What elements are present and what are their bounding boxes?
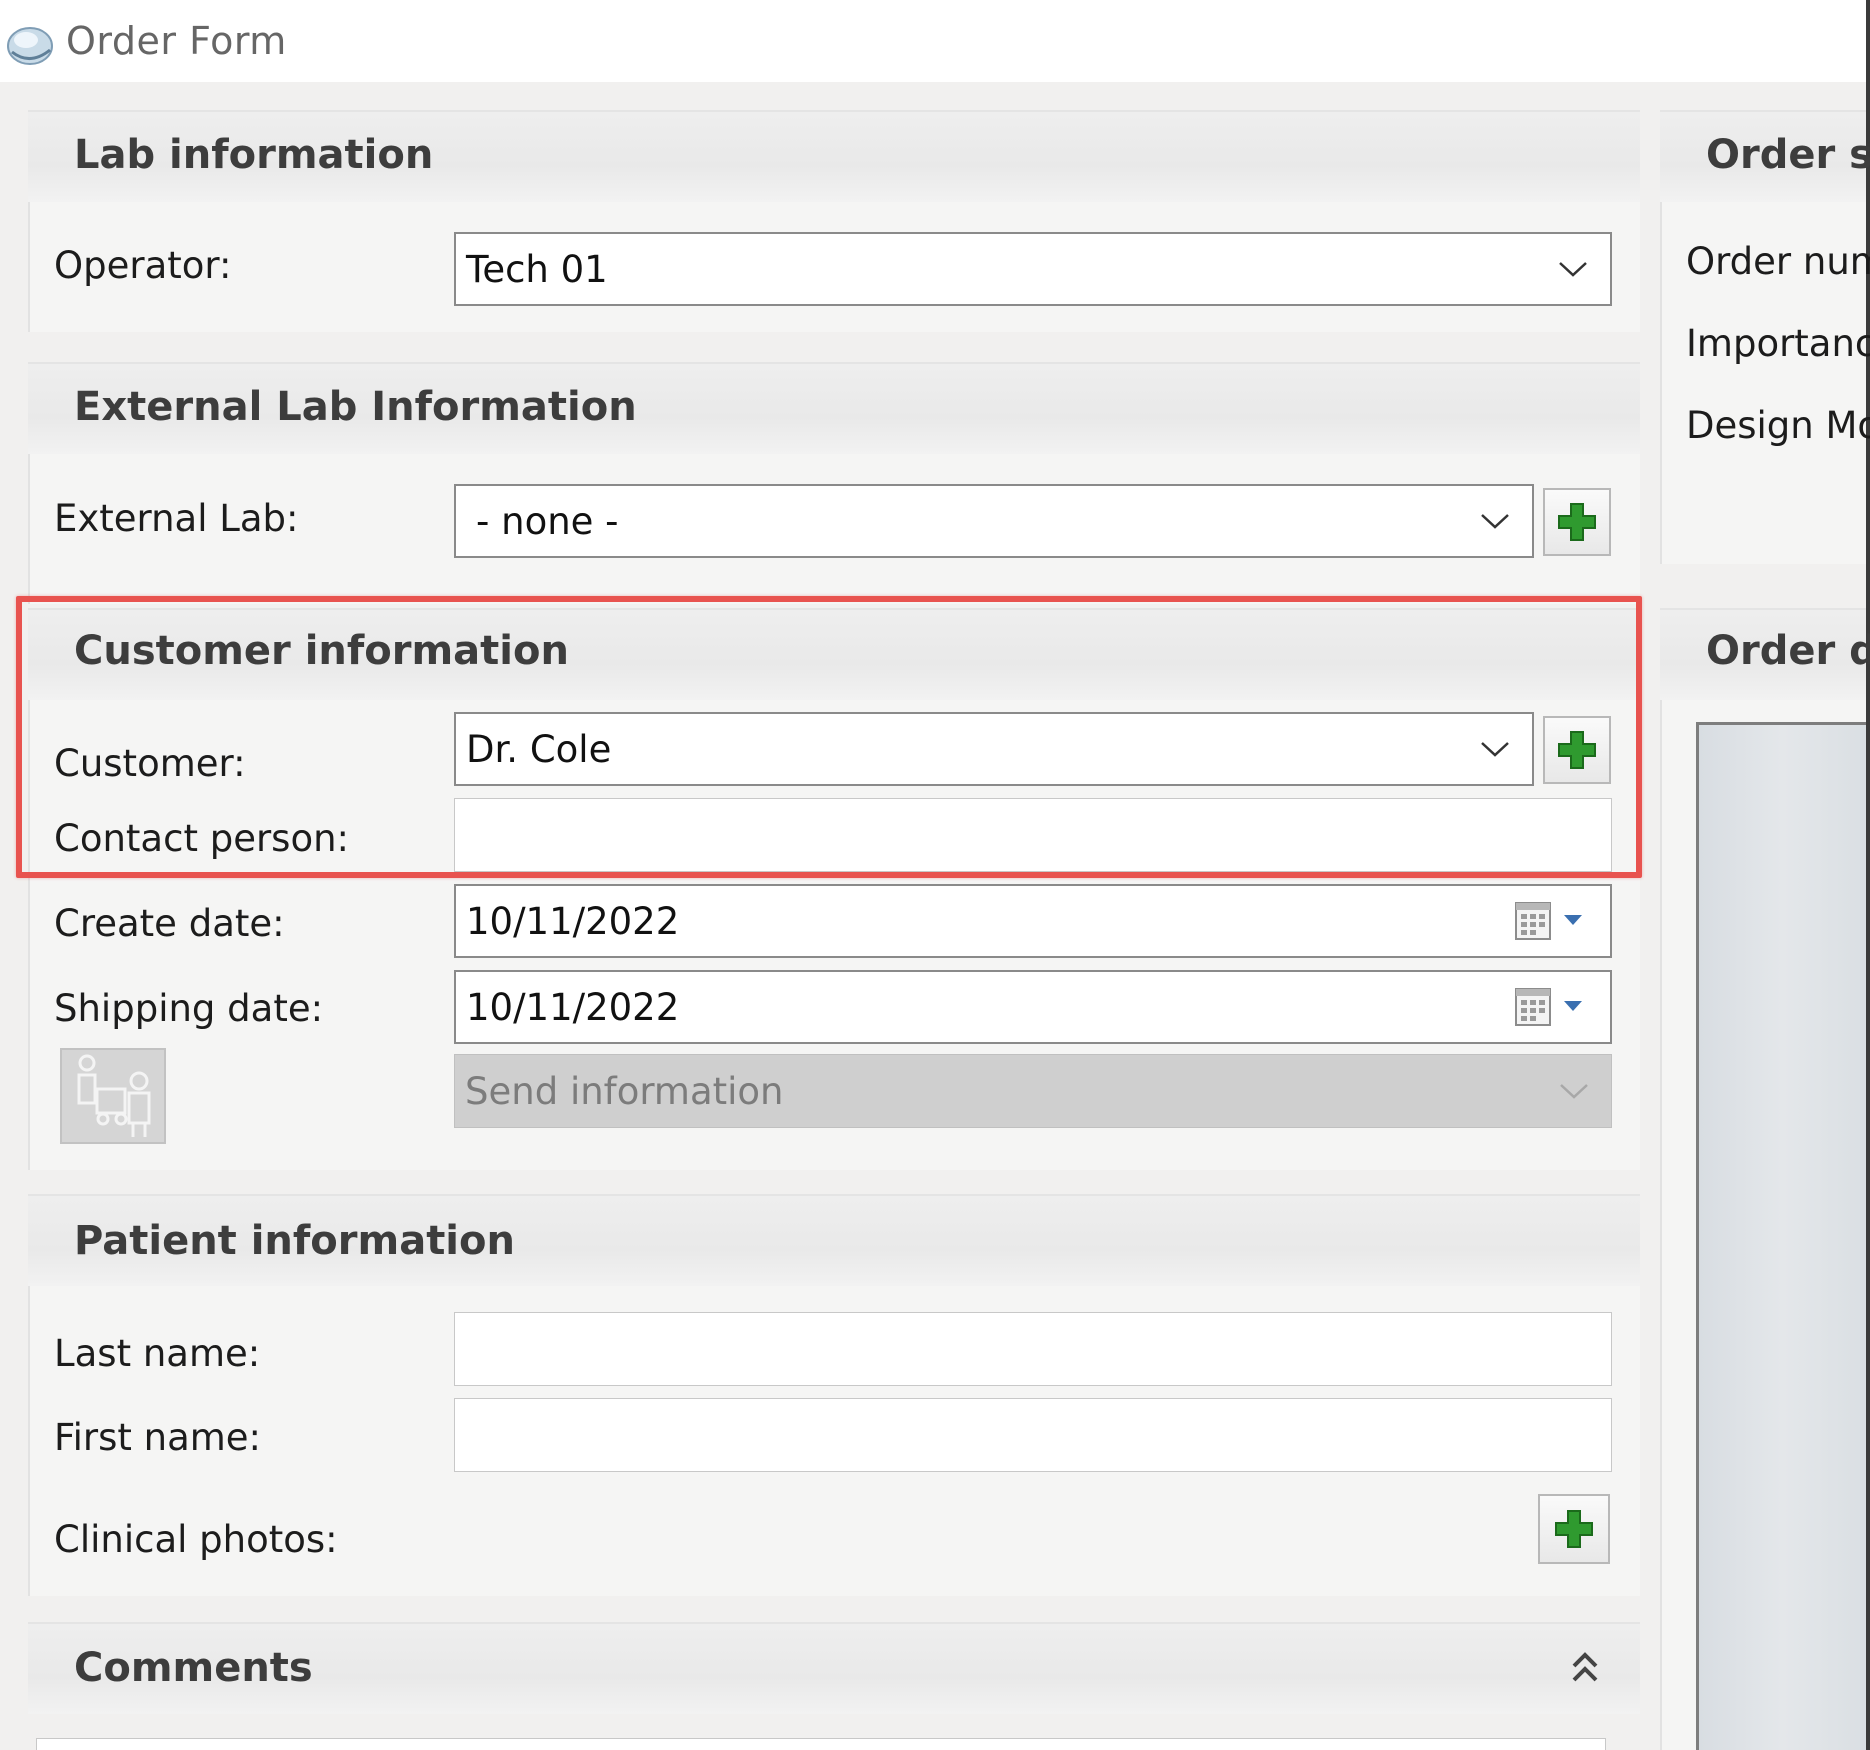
chevron-down-icon [1560, 1084, 1588, 1099]
importance-label: Importance [1686, 322, 1870, 365]
clinical-photos-label: Clinical photos: [54, 1518, 338, 1561]
collapse-double-chevron-up-icon[interactable] [1570, 1648, 1600, 1688]
create-date-picker[interactable]: 10/11/2022 [454, 884, 1612, 958]
order-settings-title: Order se [1706, 132, 1870, 178]
calendar-icon[interactable] [1514, 899, 1588, 943]
operator-label: Operator: [54, 244, 232, 287]
shipping-date-picker[interactable]: 10/11/2022 [454, 970, 1612, 1044]
first-name-label: First name: [54, 1416, 262, 1459]
create-date-label: Create date: [54, 902, 285, 945]
comments-title: Comments [74, 1645, 313, 1691]
shipping-date-value: 10/11/2022 [466, 985, 680, 1029]
order-number-label: Order num [1686, 240, 1870, 283]
send-information-placeholder: Send information [465, 1069, 784, 1113]
comments-textarea[interactable] [36, 1738, 1606, 1750]
operator-value: Tech 01 [466, 247, 608, 291]
plus-icon [1558, 503, 1596, 541]
window-title: Order Form [66, 19, 287, 63]
calendar-icon[interactable] [1514, 985, 1588, 1029]
customer-info-highlight [16, 596, 1642, 878]
chevron-down-icon [1559, 262, 1587, 277]
order-details-title: Order de [1706, 628, 1870, 674]
external-lab-value: - none - [476, 499, 619, 543]
design-mode-label: Design Moc [1686, 404, 1870, 447]
send-information-dropdown[interactable]: Send information [454, 1054, 1612, 1128]
first-name-input[interactable] [454, 1398, 1612, 1472]
patient-info-title: Patient information [74, 1218, 515, 1264]
last-name-label: Last name: [54, 1332, 261, 1375]
add-external-lab-button[interactable] [1543, 488, 1611, 556]
chevron-down-icon [1481, 514, 1509, 529]
send-to-customer-button[interactable] [60, 1048, 166, 1144]
operator-dropdown[interactable]: Tech 01 [454, 232, 1612, 306]
external-lab-dropdown[interactable]: - none - [454, 484, 1534, 558]
delivery-person-icon [77, 1054, 151, 1137]
add-clinical-photo-button[interactable] [1538, 1494, 1610, 1564]
shipping-date-label: Shipping date: [54, 987, 324, 1030]
app-logo-icon [4, 18, 56, 70]
order-details-preview[interactable] [1696, 722, 1866, 1750]
plus-icon [1555, 1510, 1593, 1548]
external-lab-title: External Lab Information [74, 384, 637, 430]
lab-info-title: Lab information [74, 132, 434, 178]
external-lab-label: External Lab: [54, 497, 299, 540]
last-name-input[interactable] [454, 1312, 1612, 1386]
create-date-value: 10/11/2022 [466, 899, 680, 943]
